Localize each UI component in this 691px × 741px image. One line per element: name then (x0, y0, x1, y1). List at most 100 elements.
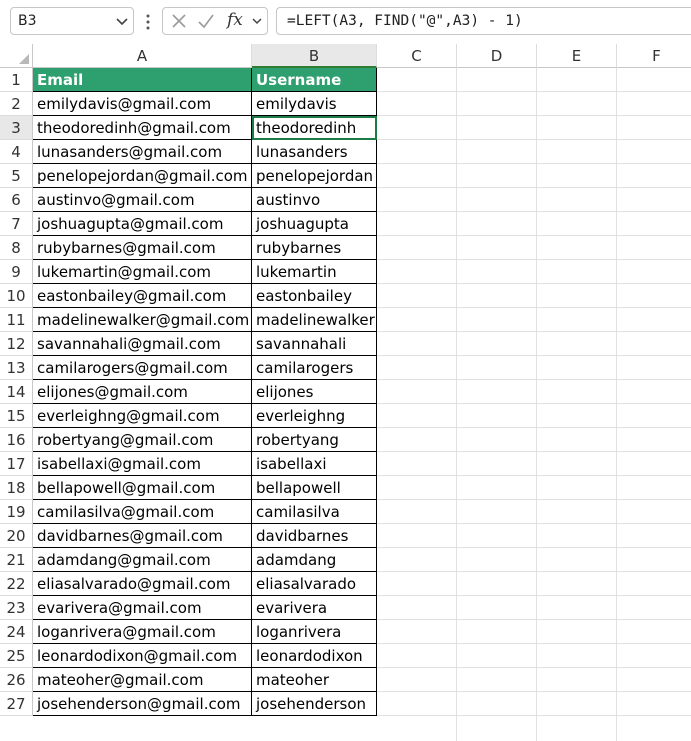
username-cell[interactable]: leonardodixon (252, 644, 377, 668)
select-all-corner[interactable] (0, 44, 33, 68)
email-cell[interactable]: mateoher@gmail.com (33, 668, 252, 692)
email-cell[interactable]: lukemartin@gmail.com (33, 260, 252, 284)
column-header-f[interactable]: F (617, 44, 691, 68)
username-cell[interactable]: savannahali (252, 332, 377, 356)
row-header[interactable]: 17 (0, 452, 33, 476)
row-header[interactable]: 11 (0, 308, 33, 332)
more-options-icon[interactable] (146, 13, 150, 31)
email-cell[interactable]: savannahali@gmail.com (33, 332, 252, 356)
column-header-e[interactable]: E (537, 44, 617, 68)
row-header[interactable]: 4 (0, 140, 33, 164)
insert-function-icon[interactable]: fx (227, 10, 243, 30)
column-header-b[interactable]: B (252, 44, 377, 68)
email-cell[interactable]: madelinewalker@gmail.com (33, 308, 252, 332)
email-cell[interactable]: lunasanders@gmail.com (33, 140, 252, 164)
email-cell[interactable]: adamdang@gmail.com (33, 548, 252, 572)
row-header[interactable]: 13 (0, 356, 33, 380)
cancel-icon[interactable] (171, 13, 187, 29)
username-cell[interactable]: josehenderson (252, 692, 377, 716)
header-cell-username[interactable]: Username (252, 68, 377, 92)
row-header[interactable]: 27 (0, 692, 33, 716)
username-cell[interactable]: isabellaxi (252, 452, 377, 476)
row-header[interactable]: 24 (0, 620, 33, 644)
username-cell[interactable]: loganrivera (252, 620, 377, 644)
email-cell[interactable]: robertyang@gmail.com (33, 428, 252, 452)
username-cell[interactable]: joshuagupta (252, 212, 377, 236)
email-cell[interactable]: loganrivera@gmail.com (33, 620, 252, 644)
username-cell[interactable]: camilarogers (252, 356, 377, 380)
header-cell-email[interactable]: Email (33, 68, 252, 92)
email-cell[interactable]: leonardodixon@gmail.com (33, 644, 252, 668)
row-header[interactable]: 1 (0, 68, 33, 92)
row-header[interactable]: 16 (0, 428, 33, 452)
email-cell[interactable]: isabellaxi@gmail.com (33, 452, 252, 476)
email-cell[interactable]: penelopejordan@gmail.com (33, 164, 252, 188)
row-header[interactable]: 18 (0, 476, 33, 500)
email-cell[interactable]: camilarogers@gmail.com (33, 356, 252, 380)
row-header[interactable]: 3 (0, 116, 33, 140)
email-cell[interactable]: eastonbailey@gmail.com (33, 284, 252, 308)
table-row: 10 eastonbailey@gmail.com eastonbailey (0, 284, 691, 308)
username-cell[interactable]: emilydavis (252, 92, 377, 116)
row-header[interactable]: 5 (0, 164, 33, 188)
username-cell[interactable]: adamdang (252, 548, 377, 572)
username-cell[interactable]: davidbarnes (252, 524, 377, 548)
email-cell[interactable]: josehenderson@gmail.com (33, 692, 252, 716)
row-header[interactable]: 12 (0, 332, 33, 356)
gridline (377, 715, 691, 716)
row-header[interactable]: 19 (0, 500, 33, 524)
formula-input[interactable]: =LEFT(A3, FIND("@",A3) - 1) (276, 7, 691, 35)
row-header[interactable]: 2 (0, 92, 33, 116)
column-header-d[interactable]: D (457, 44, 537, 68)
row-header[interactable]: 21 (0, 548, 33, 572)
row-header[interactable]: 25 (0, 644, 33, 668)
email-cell[interactable]: joshuagupta@gmail.com (33, 212, 252, 236)
row-header[interactable]: 26 (0, 668, 33, 692)
table-row: 13 camilarogers@gmail.com camilarogers (0, 356, 691, 380)
username-cell[interactable]: rubybarnes (252, 236, 377, 260)
username-cell[interactable]: elijones (252, 380, 377, 404)
enter-check-icon[interactable] (197, 13, 215, 29)
email-cell[interactable]: evarivera@gmail.com (33, 596, 252, 620)
username-cell[interactable]: mateoher (252, 668, 377, 692)
email-cell[interactable]: everleighng@gmail.com (33, 404, 252, 428)
column-header-a[interactable]: A (33, 44, 252, 68)
username-cell[interactable]: eastonbailey (252, 284, 377, 308)
row-header[interactable]: 10 (0, 284, 33, 308)
username-cell[interactable]: lukemartin (252, 260, 377, 284)
username-cell[interactable]: lunasanders (252, 140, 377, 164)
email-cell[interactable]: rubybarnes@gmail.com (33, 236, 252, 260)
name-box[interactable]: B3 (10, 7, 134, 35)
row-header[interactable]: 7 (0, 212, 33, 236)
username-cell[interactable]: everleighng (252, 404, 377, 428)
email-cell[interactable]: theodoredinh@gmail.com (33, 116, 252, 140)
username-cell[interactable]: bellapowell (252, 476, 377, 500)
email-cell[interactable]: elijones@gmail.com (33, 380, 252, 404)
row-header[interactable]: 6 (0, 188, 33, 212)
username-cell[interactable]: penelopejordan (252, 164, 377, 188)
row-header[interactable]: 23 (0, 596, 33, 620)
email-cell[interactable]: emilydavis@gmail.com (33, 92, 252, 116)
username-cell[interactable]: robertyang (252, 428, 377, 452)
username-cell[interactable]: austinvo (252, 188, 377, 212)
selected-cell[interactable]: theodoredinh (252, 116, 377, 140)
email-cell[interactable]: eliasalvarado@gmail.com (33, 572, 252, 596)
username-cell[interactable]: camilasilva (252, 500, 377, 524)
username-cell[interactable]: madelinewalker (252, 308, 377, 332)
email-cell[interactable]: davidbarnes@gmail.com (33, 524, 252, 548)
username-cell[interactable]: evarivera (252, 596, 377, 620)
column-header-c[interactable]: C (377, 44, 457, 68)
row-header[interactable]: 15 (0, 404, 33, 428)
row-header[interactable]: 14 (0, 380, 33, 404)
chevron-down-icon[interactable] (115, 14, 129, 28)
table-row: 23 evarivera@gmail.com evarivera (0, 596, 691, 620)
email-cell[interactable]: austinvo@gmail.com (33, 188, 252, 212)
row-header[interactable]: 8 (0, 236, 33, 260)
email-cell[interactable]: camilasilva@gmail.com (33, 500, 252, 524)
row-header[interactable]: 20 (0, 524, 33, 548)
email-cell[interactable]: bellapowell@gmail.com (33, 476, 252, 500)
row-header[interactable]: 22 (0, 572, 33, 596)
username-cell[interactable]: eliasalvarado (252, 572, 377, 596)
chevron-down-icon[interactable] (251, 15, 263, 27)
row-header[interactable]: 9 (0, 260, 33, 284)
